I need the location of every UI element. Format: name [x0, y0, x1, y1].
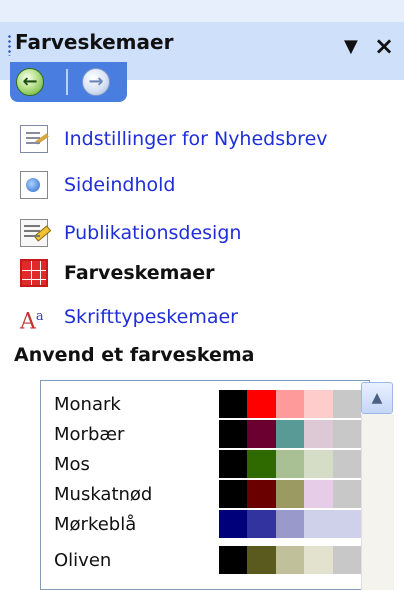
swatch	[219, 390, 248, 418]
font-icon-superscript: a	[35, 309, 44, 324]
swatch	[219, 450, 248, 478]
swatch	[304, 510, 333, 538]
swatch	[275, 420, 305, 448]
publication-design-icon	[20, 219, 48, 247]
scrollbar-track[interactable]	[361, 414, 394, 590]
swatch	[219, 546, 248, 574]
scheme-name: Mos	[54, 454, 90, 475]
scheme-name: Muskatnød	[54, 484, 153, 505]
list-item[interactable]: Mørkeblå	[44, 510, 362, 540]
swatch	[304, 480, 333, 508]
list-item[interactable]: Muskatnød	[44, 480, 362, 510]
list-item[interactable]: Monark	[44, 390, 362, 420]
font-schemes-icon: Aa	[20, 303, 48, 335]
swatch	[332, 546, 361, 574]
scheme-name: Oliven	[54, 550, 112, 571]
pane-top-edge	[0, 0, 404, 22]
scheme-swatches	[219, 450, 361, 478]
scroll-up-icon[interactable]: ▲	[361, 382, 393, 414]
swatch	[247, 546, 276, 574]
color-schemes-icon	[20, 259, 48, 287]
scheme-name: Mørkeblå	[54, 514, 137, 535]
swatch	[247, 390, 276, 418]
close-icon[interactable]: ×	[374, 32, 394, 60]
task-label: Skrifttypeskemaer	[64, 306, 238, 328]
pane-menu-chevron-down-icon[interactable]: ▼	[344, 36, 358, 57]
swatch	[275, 390, 305, 418]
task-newsletter-options[interactable]: Indstillinger for Nyhedsbrev	[20, 124, 328, 154]
swatch	[247, 510, 276, 538]
scheme-swatches	[219, 480, 361, 508]
pane-title: Farveskemaer	[15, 30, 174, 54]
swatch	[275, 510, 305, 538]
swatch	[275, 480, 305, 508]
back-arrow-icon[interactable]: ←	[16, 68, 44, 96]
scheme-swatches	[219, 510, 361, 538]
list-item[interactable]: Oliven	[44, 546, 362, 576]
swatch	[247, 420, 276, 448]
scheme-swatches	[219, 390, 361, 418]
list-item[interactable]: Mos	[44, 450, 362, 480]
task-label: Sideindhold	[64, 174, 176, 196]
newsletter-options-icon	[20, 125, 48, 153]
task-publication-design[interactable]: Publikationsdesign	[20, 218, 241, 248]
swatch	[304, 546, 333, 574]
section-title: Anvend et farveskema	[14, 344, 255, 366]
page-content-icon	[20, 171, 48, 199]
forward-arrow-icon[interactable]: →	[82, 68, 110, 96]
swatch	[332, 390, 361, 418]
drag-grip-icon[interactable]	[8, 34, 11, 56]
scheme-name: Morbær	[54, 424, 125, 445]
swatch	[332, 450, 361, 478]
swatch	[219, 510, 248, 538]
scheme-swatches	[219, 420, 361, 448]
swatch	[332, 480, 361, 508]
nav-separator	[66, 69, 68, 95]
swatch	[304, 420, 333, 448]
swatch	[332, 420, 361, 448]
scheme-name: Monark	[54, 394, 121, 415]
scheme-swatches	[219, 546, 361, 574]
list-item[interactable]: Morbær	[44, 420, 362, 450]
task-page-content[interactable]: Sideindhold	[20, 170, 175, 200]
swatch	[304, 450, 333, 478]
font-icon-letter: A	[20, 309, 36, 335]
swatch	[219, 420, 248, 448]
swatch	[275, 450, 305, 478]
swatch	[219, 480, 248, 508]
task-label: Indstillinger for Nyhedsbrev	[64, 128, 328, 150]
swatch	[332, 510, 361, 538]
task-font-schemes[interactable]: Aa Skrifttypeskemaer	[20, 302, 238, 335]
task-label: Farveskemaer	[64, 262, 215, 284]
swatch	[275, 546, 305, 574]
swatch	[247, 480, 276, 508]
swatch	[247, 450, 276, 478]
task-label: Publikationsdesign	[64, 222, 242, 244]
swatch	[304, 390, 333, 418]
task-color-schemes[interactable]: Farveskemaer	[20, 258, 215, 288]
